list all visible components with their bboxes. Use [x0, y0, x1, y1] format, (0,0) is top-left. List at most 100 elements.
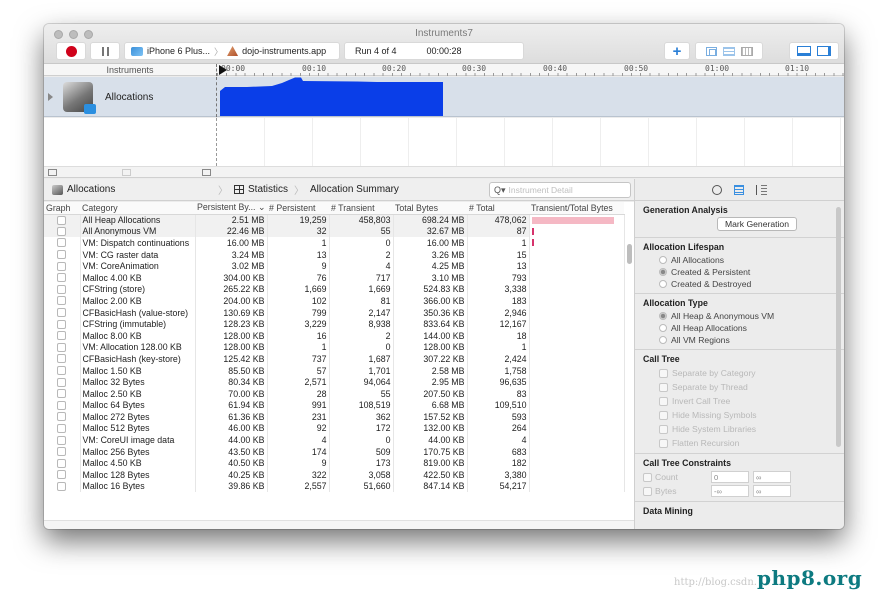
graph-checkbox[interactable]: [57, 354, 67, 364]
column-header-total[interactable]: # Total: [467, 202, 529, 215]
checkbox-invert-call-tree[interactable]: Invert Call Tree: [659, 394, 836, 408]
checkbox-separate-by-thread[interactable]: Separate by Thread: [659, 380, 836, 394]
count-max-field[interactable]: ∞: [753, 471, 791, 483]
table-row[interactable]: VM: CoreAnimation 3.02 MB 9 4 4.25 MB 13: [44, 260, 625, 272]
radio-vm-regions[interactable]: All VM Regions: [659, 334, 836, 346]
graph-checkbox[interactable]: [57, 400, 67, 410]
graph-checkbox[interactable]: [57, 238, 67, 248]
graph-checkbox[interactable]: [57, 342, 67, 352]
table-row[interactable]: Malloc 256 Bytes 43.50 KB 174 509 170.75 KB 6…: [44, 445, 625, 458]
graph-checkbox[interactable]: [57, 458, 67, 468]
graph-checkbox[interactable]: [57, 226, 67, 236]
graph-checkbox[interactable]: [57, 296, 67, 306]
table-row[interactable]: Malloc 64 Bytes 61.94 KB 991 108,519 6.68 MB…: [44, 399, 625, 412]
table-row[interactable]: VM: Dispatch continuations 16.00 MB 1 0 16.0…: [44, 237, 625, 249]
table-row[interactable]: Malloc 8.00 KB 128.00 KB 16 2 144.00 KB 18: [44, 329, 625, 342]
table-row[interactable]: VM: CoreUI image data 44.00 KB 4 0 44.00 KB 4: [44, 434, 625, 446]
snap-icon[interactable]: [202, 169, 211, 176]
table-row[interactable]: Malloc 32 Bytes 80.34 KB 2,571 94,064 2.95 M…: [44, 376, 625, 388]
table-row[interactable]: Malloc 4.00 KB 304.00 KB 76 717 3.10 MB 793: [44, 271, 625, 284]
extended-detail-icon[interactable]: [756, 184, 767, 195]
table-horizontal-scrollbar[interactable]: [44, 520, 634, 529]
graph-checkbox[interactable]: [57, 435, 67, 445]
pause-button[interactable]: [90, 42, 120, 60]
table-row[interactable]: VM: Allocation 128.00 KB 128.00 KB 1 0 128.0…: [44, 341, 625, 354]
graph-checkbox[interactable]: [57, 250, 67, 260]
graph-checkbox[interactable]: [57, 377, 67, 387]
column-header-transient[interactable]: # Transient: [329, 202, 393, 215]
radio-heap-and-vm[interactable]: All Heap & Anonymous VM: [659, 310, 836, 322]
toggle-inspector-icon[interactable]: [817, 46, 831, 56]
table-row[interactable]: CFString (store) 265.22 KB 1,669 1,669 524.8…: [44, 283, 625, 296]
checkbox-hide-missing-symbols[interactable]: Hide Missing Symbols: [659, 408, 836, 422]
detail-breadcrumb[interactable]: Allocation Summary: [310, 184, 399, 195]
disclosure-triangle-icon[interactable]: [48, 93, 53, 101]
graph-checkbox[interactable]: [57, 273, 67, 283]
count-min-field[interactable]: 0: [711, 471, 749, 483]
view-breadcrumb[interactable]: Statistics: [248, 184, 288, 195]
checkbox-separate-by-category[interactable]: Separate by Category: [659, 366, 836, 380]
radio-all-allocations[interactable]: All Allocations: [659, 254, 836, 266]
table-row[interactable]: Malloc 16 Bytes 39.86 KB 2,557 51,660 847.14…: [44, 480, 625, 493]
table-row[interactable]: CFBasicHash (value-store) 130.69 KB 799 2,1…: [44, 306, 625, 319]
graph-checkbox[interactable]: [57, 215, 67, 225]
count-checkbox[interactable]: Count: [643, 472, 711, 482]
table-row[interactable]: CFBasicHash (key-store) 125.42 KB 737 1,687…: [44, 353, 625, 365]
table-row[interactable]: Malloc 272 Bytes 61.36 KB 231 362 157.52 KB 5…: [44, 411, 625, 423]
track-view-icon[interactable]: [705, 46, 717, 56]
table-row[interactable]: Malloc 1.50 KB 85.50 KB 57 1,701 2.58 MB 1,75…: [44, 364, 625, 377]
graph-checkbox[interactable]: [57, 331, 67, 341]
graph-checkbox[interactable]: [57, 261, 67, 271]
graph-checkbox[interactable]: [57, 412, 67, 422]
radio-created-destroyed[interactable]: Created & Destroyed: [659, 278, 836, 290]
table-row[interactable]: Malloc 2.00 KB 204.00 KB 102 81 366.00 KB 183: [44, 295, 625, 307]
search-input[interactable]: [508, 185, 619, 195]
graph-checkbox[interactable]: [57, 389, 67, 399]
allocations-track[interactable]: Allocations: [44, 77, 844, 117]
graph-checkbox[interactable]: [57, 423, 67, 433]
target-selector[interactable]: iPhone 6 Plus... 〉 dojo-instruments.app: [124, 42, 340, 60]
table-scrollbar[interactable]: [627, 244, 632, 264]
table-row[interactable]: VM: CG raster data 3.24 MB 13 2 3.26 MB 15: [44, 248, 625, 261]
instrument-detail-search[interactable]: Q▾: [489, 182, 631, 198]
inspector-scrollbar[interactable]: [836, 207, 841, 447]
column-header-graph[interactable]: Graph: [44, 202, 80, 215]
allocation-graph[interactable]: [216, 77, 844, 117]
graph-options-icon[interactable]: [48, 169, 57, 176]
graph-checkbox[interactable]: [57, 366, 67, 376]
radio-heap-allocations[interactable]: All Heap Allocations: [659, 322, 836, 334]
table-row[interactable]: CFString (immutable) 128.23 KB 3,229 8,938 8…: [44, 318, 625, 330]
instrument-breadcrumb[interactable]: Allocations: [52, 184, 212, 195]
graph-checkbox[interactable]: [57, 481, 67, 491]
radio-created-persistent[interactable]: Created & Persistent: [659, 266, 836, 278]
checkbox-flatten-recursion[interactable]: Flatten Recursion: [659, 436, 836, 450]
bytes-max-field[interactable]: ∞: [753, 485, 791, 497]
column-header-persistent-bytes[interactable]: Persistent By... ⌄: [195, 202, 267, 215]
playhead-handle[interactable]: [219, 65, 227, 75]
bytes-min-field[interactable]: -∞: [711, 485, 749, 497]
graph-checkbox[interactable]: [57, 319, 67, 329]
table-row[interactable]: Malloc 4.50 KB 40.50 KB 9 173 819.00 KB 182: [44, 457, 625, 470]
graph-checkbox[interactable]: [57, 447, 67, 457]
column-header-category[interactable]: Category: [80, 202, 195, 215]
extended-view-icon[interactable]: [740, 46, 753, 56]
table-row[interactable]: Malloc 128 Bytes 40.25 KB 322 3,058 422.50 K…: [44, 469, 625, 481]
timeline-ruler[interactable]: 00:00 00:10 00:20 00:30 00:40 00:50 01:0…: [216, 64, 844, 76]
checkbox-hide-system-libraries[interactable]: Hide System Libraries: [659, 422, 836, 436]
graph-checkbox[interactable]: [57, 284, 67, 294]
detail-view-icon[interactable]: [722, 46, 735, 56]
table-row[interactable]: All Heap Allocations 2.51 MB 19,259 458,803…: [44, 214, 625, 226]
column-header-persistent[interactable]: # Persistent: [267, 202, 329, 215]
table-row[interactable]: All Anonymous VM 22.46 MB 32 55 32.67 MB 87: [44, 225, 625, 238]
record-button[interactable]: [56, 42, 86, 60]
column-header-transient-total[interactable]: Transient/Total Bytes: [529, 202, 624, 215]
mark-generation-button[interactable]: Mark Generation: [717, 217, 797, 231]
graph-checkbox[interactable]: [57, 470, 67, 480]
track-settings-icon[interactable]: [122, 169, 131, 176]
toggle-detail-panel-icon[interactable]: [797, 46, 811, 56]
record-settings-icon[interactable]: [712, 184, 722, 195]
table-row[interactable]: Malloc 512 Bytes 46.00 KB 92 172 132.00 KB 26…: [44, 422, 625, 435]
table-row[interactable]: Malloc 2.50 KB 70.00 KB 28 55 207.50 KB 83: [44, 387, 625, 400]
graph-checkbox[interactable]: [57, 308, 67, 318]
display-settings-icon[interactable]: [734, 184, 744, 195]
